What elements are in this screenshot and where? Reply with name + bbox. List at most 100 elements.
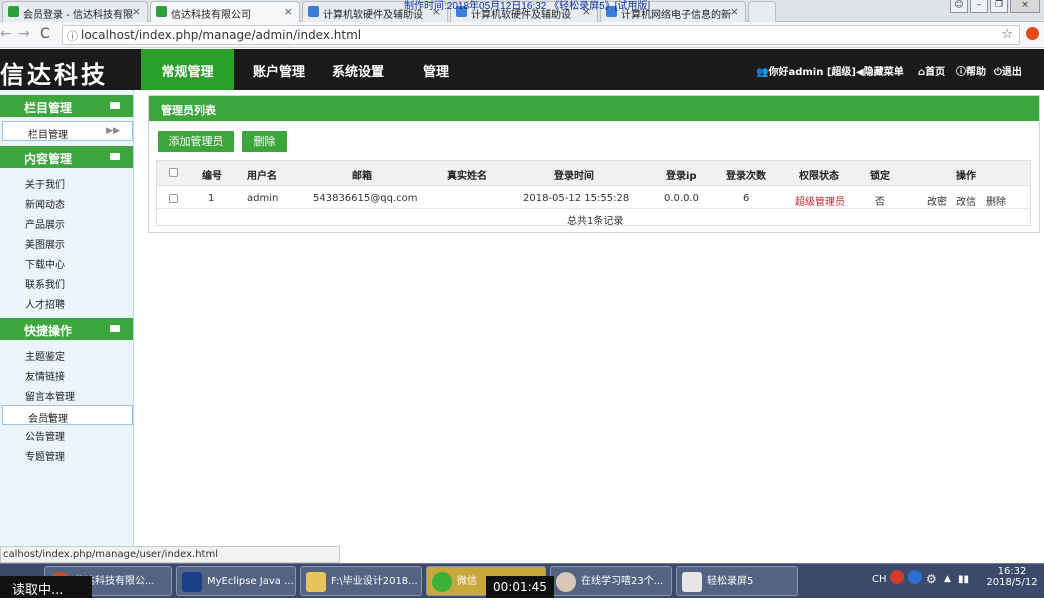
site-header: 信达科技 常规管理 账户管理 系统设置 管理 👥你好admin [超级] ◀隐藏… — [0, 49, 1044, 90]
taskbar-item-myeclipse[interactable]: MyEclipse Java ... — [176, 566, 296, 596]
col-locked: 锁定 — [870, 171, 890, 182]
help-tray-icon[interactable] — [908, 570, 922, 584]
close-icon[interactable]: × — [132, 5, 141, 18]
close-icon[interactable]: × — [284, 5, 293, 18]
col-realname: 真实姓名 — [447, 171, 487, 182]
avatar-icon — [556, 572, 576, 592]
col-id: 编号 — [202, 171, 222, 182]
site-logo: 信达科技 — [0, 60, 108, 89]
new-tab-button[interactable] — [748, 1, 776, 22]
info-icon[interactable]: ⓘ — [67, 28, 78, 44]
col-username: 用户名 — [247, 171, 277, 182]
sidebar-section-columns[interactable]: 栏目管理 — [0, 95, 133, 117]
sidebar-section-content[interactable]: 内容管理 — [0, 146, 133, 168]
cell-login-ip: 0.0.0.0 — [664, 193, 699, 204]
sidebar-item-notices[interactable]: 公告管理 — [0, 424, 133, 444]
folder-icon — [306, 572, 326, 592]
cell-locked: 否 — [875, 197, 885, 208]
logout-link[interactable]: ⏻退出 — [994, 49, 1022, 90]
delete-button[interactable]: 删除 — [242, 131, 287, 152]
menu-general[interactable]: 常规管理 — [141, 49, 234, 90]
record-count: 总共1条记录 — [567, 216, 624, 227]
favicon-icon — [156, 6, 167, 17]
cell-id: 1 — [208, 193, 215, 204]
clock[interactable]: 16:32 2018/5/12 — [984, 566, 1040, 601]
sidebar-item-column-manage[interactable]: 栏目管理 ▶▶ — [2, 121, 133, 141]
close-window-button[interactable]: × — [1010, 0, 1040, 13]
sidebar-item-news[interactable]: 新闻动态 — [0, 192, 133, 212]
row-checkbox[interactable] — [169, 194, 178, 203]
signal-icon[interactable]: ▮▮ — [958, 574, 969, 609]
tab-title: 会员登录 - 信达科技有限 — [23, 10, 133, 21]
sidebar: 栏目管理 栏目管理 ▶▶ 内容管理 关于我们 新闻动态 产品展示 美图展示 下载中… — [0, 90, 134, 548]
settings-icon[interactable]: ⚙ — [926, 572, 937, 607]
panel-title: 管理员列表 — [149, 96, 1039, 121]
left-circle-icon: ◀ — [856, 67, 864, 78]
menu-manage[interactable]: 管理 — [402, 49, 470, 90]
recording-banner: 制作时间:2018年05月12日16:32 《轻松录屏5》[试用版] — [404, 1, 651, 12]
taskbar-item-folder[interactable]: F:\毕业设计2018... — [300, 566, 422, 596]
cell-login-count: 6 — [743, 193, 750, 204]
col-login-count: 登录次数 — [726, 171, 766, 182]
cell-login-time: 2018-05-12 15:55:28 — [523, 193, 630, 204]
chevron-up-icon[interactable]: ▲ — [944, 574, 951, 609]
sidebar-item-products[interactable]: 产品展示 — [0, 212, 133, 232]
forward-arrow-icon[interactable]: → — [18, 26, 30, 42]
taskbar-item-chat[interactable]: 在线学习嘻23个... — [550, 566, 672, 596]
sidebar-item-about[interactable]: 关于我们 — [0, 172, 133, 192]
sidebar-item-theme[interactable]: 主题鉴定 — [0, 344, 133, 364]
help-link[interactable]: ⓘ帮助 — [956, 49, 986, 90]
sidebar-item-topics[interactable]: 专题管理 — [0, 444, 133, 464]
close-icon[interactable]: × — [730, 5, 739, 18]
sogou-icon[interactable] — [890, 570, 904, 584]
back-arrow-icon[interactable]: ← — [0, 26, 12, 42]
sidebar-section-shortcuts[interactable]: 快捷操作 — [0, 318, 133, 340]
col-login-time: 登录时间 — [554, 171, 594, 182]
select-all-checkbox[interactable] — [169, 168, 178, 177]
recording-timer: 00:01:45 — [486, 576, 554, 598]
change-password-link[interactable]: 改密 — [927, 193, 947, 208]
col-email: 邮箱 — [352, 171, 372, 182]
add-admin-button[interactable]: 添加管理员 — [158, 131, 234, 152]
url-input[interactable]: ⓘ localhost/index.php/manage/admin/index… — [62, 25, 1020, 45]
hide-menu-link[interactable]: ◀隐藏菜单 — [856, 49, 904, 90]
taskbar-item-recorder[interactable]: 轻松录屏5 — [676, 566, 798, 596]
sidebar-item-downloads[interactable]: 下载中心 — [0, 252, 133, 272]
browser-tab-member-login[interactable]: 会员登录 - 信达科技有限 × — [2, 1, 148, 22]
sidebar-item-links[interactable]: 友情链接 — [0, 364, 133, 384]
restore-button[interactable]: ❐ — [990, 0, 1008, 13]
arrow-right-icon: ▶▶ — [106, 126, 120, 136]
sidebar-item-guestbook[interactable]: 留言本管理 — [0, 384, 133, 404]
browser-tab-strip: 会员登录 - 信达科技有限 × 信达科技有限公司 × 计算机软硬件及辅助设 × … — [0, 0, 1044, 22]
ime-indicator[interactable]: CH — [872, 574, 887, 609]
minimize-button[interactable]: – — [970, 0, 988, 13]
sidebar-item-contact[interactable]: 联系我们 — [0, 272, 133, 292]
status-url: calhost/index.php/manage/user/index.html — [0, 546, 340, 563]
sidebar-item-jobs[interactable]: 人才招聘 — [0, 292, 133, 312]
home-link[interactable]: ⌂首页 — [918, 49, 945, 90]
menu-accounts[interactable]: 账户管理 — [245, 49, 313, 90]
power-icon: ⏻ — [994, 67, 1002, 78]
change-info-link[interactable]: 改信 — [956, 193, 976, 208]
collapse-icon[interactable] — [110, 325, 120, 332]
wechat-icon — [432, 572, 452, 592]
bookmark-star-icon[interactable]: ☆ — [1001, 27, 1013, 42]
collapse-icon[interactable] — [110, 153, 120, 160]
eclipse-icon — [182, 572, 202, 592]
reload-icon[interactable]: C — [40, 26, 50, 42]
sidebar-item-gallery[interactable]: 美图展示 — [0, 232, 133, 252]
browser-tab-xinda[interactable]: 信达科技有限公司 × — [150, 1, 300, 22]
favicon-icon — [8, 6, 19, 17]
user-icon[interactable]: ☺ — [950, 0, 968, 13]
extension-icon[interactable] — [1026, 27, 1039, 40]
clock-time: 16:32 — [997, 566, 1027, 577]
delete-row-link[interactable]: 删除 — [986, 193, 1006, 208]
sidebar-item-members[interactable]: 会员管理 — [2, 405, 133, 425]
cell-role: 超级管理员 — [795, 197, 845, 208]
url-text: localhost/index.php/manage/admin/index.h… — [81, 28, 362, 42]
help-icon: ⓘ — [956, 67, 966, 78]
menu-settings[interactable]: 系统设置 — [324, 49, 392, 90]
recorder-icon — [682, 572, 702, 592]
admin-list-panel: 管理员列表 添加管理员 删除 编号 用户名 邮箱 真实姓名 登录时间 登录ip … — [148, 95, 1040, 233]
collapse-icon[interactable] — [110, 102, 120, 109]
